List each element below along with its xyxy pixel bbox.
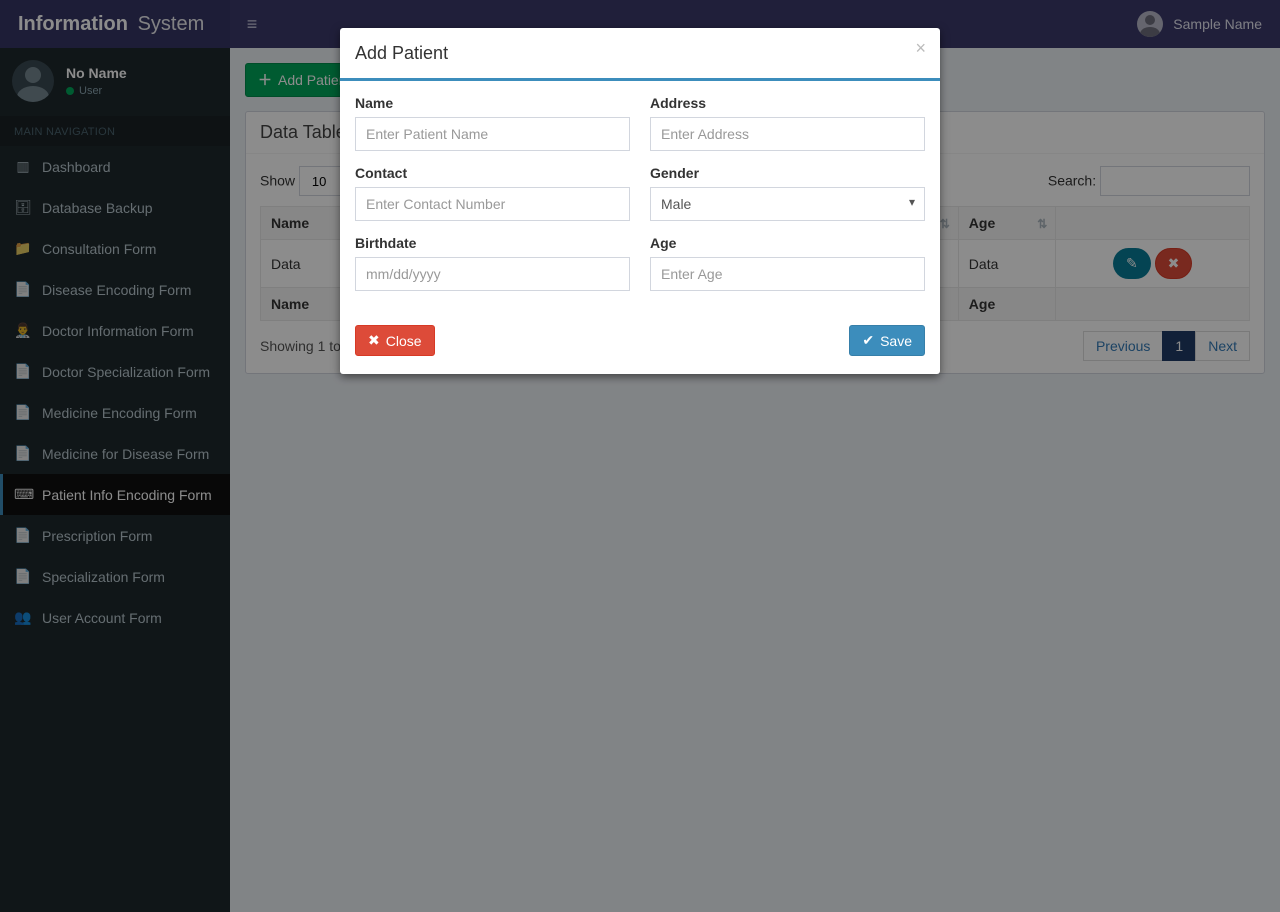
modal-close-button[interactable]: Close	[355, 325, 435, 356]
modal-save-button[interactable]: Save	[849, 325, 925, 356]
modal-title: Add Patient	[355, 43, 448, 63]
add-patient-modal: Add Patient × Name Address Contact Gende…	[340, 28, 940, 374]
age-label: Age	[650, 235, 925, 251]
birthdate-input[interactable]	[355, 257, 630, 291]
check-icon	[862, 332, 874, 349]
name-input[interactable]	[355, 117, 630, 151]
age-input[interactable]	[650, 257, 925, 291]
birthdate-label: Birthdate	[355, 235, 630, 251]
gender-select[interactable]: Male	[650, 187, 925, 221]
contact-label: Contact	[355, 165, 630, 181]
address-input[interactable]	[650, 117, 925, 151]
modal-close-icon[interactable]: ×	[915, 38, 926, 59]
contact-input[interactable]	[355, 187, 630, 221]
address-label: Address	[650, 95, 925, 111]
gender-label: Gender	[650, 165, 925, 181]
name-label: Name	[355, 95, 630, 111]
close-icon	[368, 332, 380, 349]
